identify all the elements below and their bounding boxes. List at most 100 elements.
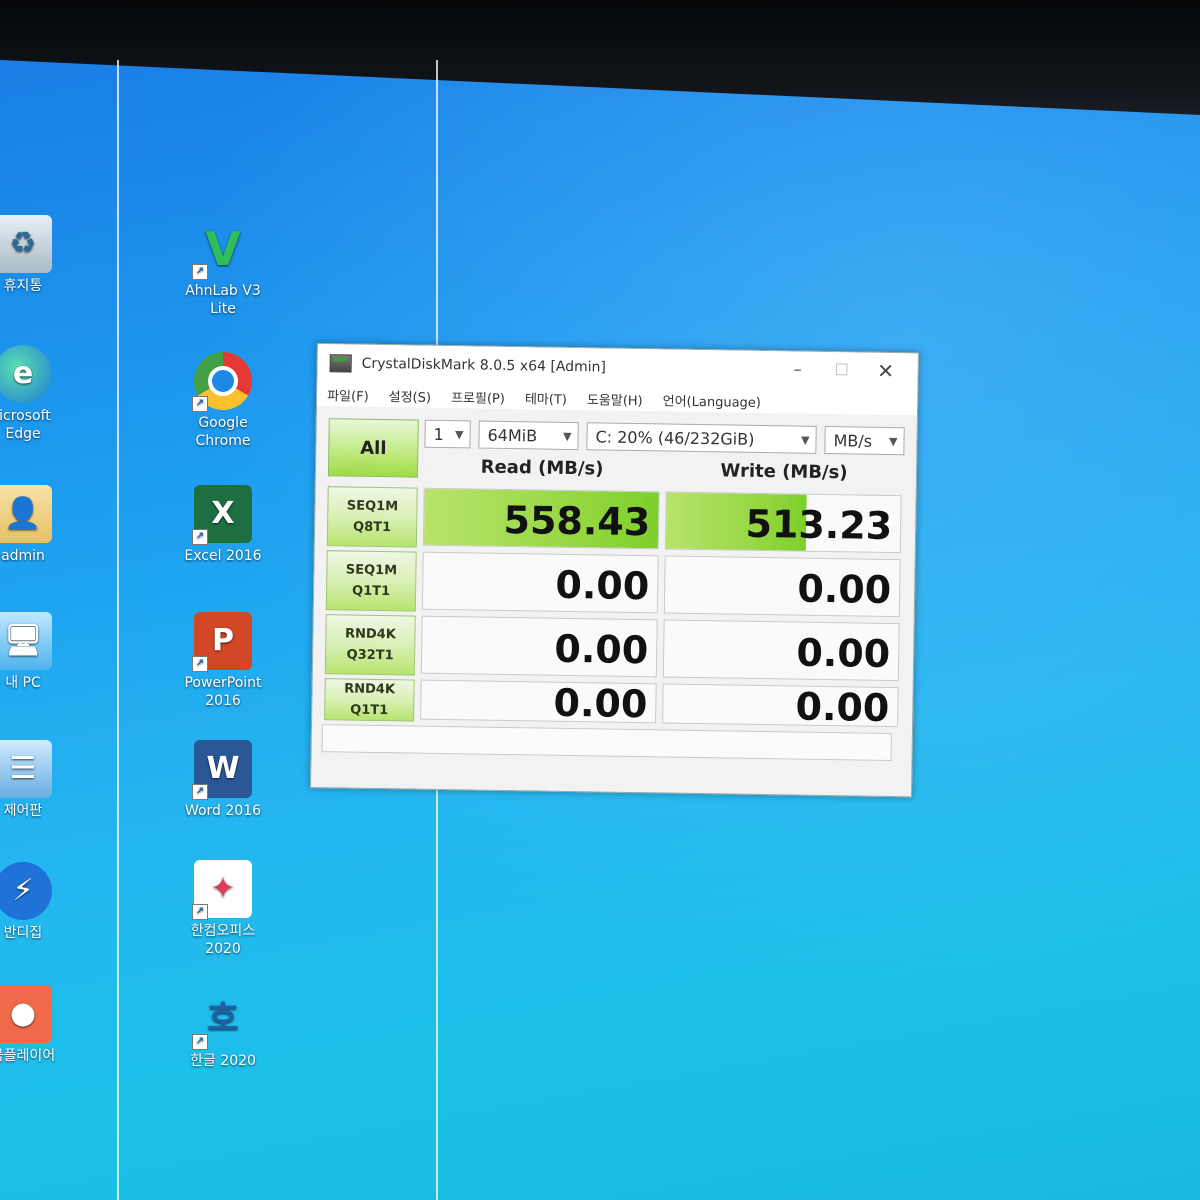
desktop-icon-recycle-bin[interactable]: ♻ 휴지통 [0, 215, 68, 295]
desktop-icon-label: 휴지통 [3, 278, 43, 294]
desktop-icon-label: 곰플레이어 [0, 1048, 56, 1064]
write-value: 0.00 [795, 684, 890, 728]
desktop-icon-this-pc[interactable]: 🖥 내 PC [0, 612, 68, 692]
desktop-icon-edge[interactable]: e licrosoft Edge [0, 345, 68, 443]
desktop-icon-label: licrosoft Edge [0, 408, 51, 442]
hancom-office-icon: ✦ ↗ [192, 860, 252, 920]
test-button-rnd4k-q32t1[interactable]: RND4K Q32T1 [324, 614, 416, 676]
test-label-line2: Q1T1 [350, 702, 389, 719]
desktop-icon-admin[interactable]: 👤 admin [0, 485, 68, 565]
shortcut-arrow-icon: ↗ [192, 656, 208, 672]
menu-profile[interactable]: 프로필(P) [451, 387, 505, 407]
test-label-line2: Q1T1 [351, 583, 391, 600]
desktop-icon-chrome[interactable]: ↗ Google Chrome [178, 352, 268, 450]
desktop-icon-label: 반디집 [3, 925, 43, 941]
test-button-seq1m-q1t1[interactable]: SEQ1M Q1T1 [325, 550, 417, 612]
minimize-button[interactable]: – [775, 355, 819, 384]
shortcut-arrow-icon: ↗ [192, 264, 208, 280]
desktop-icon-powerpoint[interactable]: P ↗ PowerPoint 2016 [178, 612, 268, 710]
powerpoint-icon: P ↗ [192, 612, 252, 672]
window-body: All 1 ▼ 64MiB ▼ C: 20% (46/232GiB) ▼ MB/s ▼ … [311, 406, 917, 796]
shortcut-arrow-icon: ↗ [192, 784, 208, 800]
test-label-line2: Q32T1 [346, 647, 394, 664]
desktop-icon-label: Google Chrome [195, 415, 251, 449]
desktop-icon-label: 한컴오피스 2020 [190, 923, 256, 957]
all-button[interactable]: All [327, 418, 419, 478]
gomplayer-icon: ● [0, 985, 52, 1043]
app-icon [329, 354, 352, 373]
read-bar [421, 680, 422, 719]
write-value: 0.00 [797, 566, 892, 613]
size-select[interactable]: 64MiB ▼ [478, 420, 579, 451]
maximize-button[interactable]: ☐ [819, 356, 863, 385]
desktop-icon-excel[interactable]: X ↗ Excel 2016 [178, 485, 268, 565]
test-label-line1: RND4K [344, 681, 396, 698]
desktop-icon-label: 한글 2020 [190, 1053, 256, 1069]
shortcut-arrow-icon: ↗ [192, 396, 208, 412]
menu-settings[interactable]: 설정(S) [389, 386, 432, 406]
write-bar [664, 556, 666, 613]
menu-theme[interactable]: 테마(T) [525, 388, 567, 408]
read-bar [421, 616, 423, 673]
write-result: 513.23 [664, 491, 902, 554]
test-button-rnd4k-q1t1[interactable]: RND4K Q1T1 [324, 678, 415, 722]
crystaldiskmark-window: CrystalDiskMark 8.0.5 x64 [Admin] – ☐ ✕ … [310, 343, 919, 798]
write-value: 0.00 [796, 630, 891, 677]
edge-icon: e [0, 345, 52, 403]
desktop-icon-label: admin [1, 548, 45, 564]
menu-file[interactable]: 파일(F) [327, 385, 369, 405]
desktop-icon-control-panel[interactable]: ☰ 제어판 [0, 740, 68, 820]
desktop-icon-hancom-office[interactable]: ✦ ↗ 한컴오피스 2020 [178, 860, 268, 958]
desktop-icon-ahnlab[interactable]: V ↗ AhnLab V3 Lite [178, 220, 268, 318]
read-bar [422, 552, 424, 609]
shortcut-arrow-icon: ↗ [192, 1034, 208, 1050]
v3-icon: V ↗ [192, 220, 252, 280]
write-result: 0.00 [662, 619, 900, 682]
write-result: 0.00 [662, 683, 899, 728]
desktop-icon-label: PowerPoint 2016 [184, 675, 262, 709]
drive-value: C: 20% (46/232GiB) [595, 427, 755, 449]
size-value: 64MiB [487, 425, 538, 446]
read-result: 0.00 [420, 679, 657, 724]
bandizip-icon: ⚡ [0, 862, 52, 920]
menu-language[interactable]: 언어(Language) [663, 390, 762, 411]
desktop-icon-label: Word 2016 [184, 803, 262, 819]
window-title: CrystalDiskMark 8.0.5 x64 [Admin] [361, 355, 607, 376]
word-icon: W ↗ [192, 740, 252, 800]
read-value: 0.00 [555, 562, 650, 609]
write-header: Write (MB/s) [720, 460, 848, 484]
control-panel-icon: ☰ [0, 740, 52, 798]
drive-select[interactable]: C: 20% (46/232GiB) ▼ [586, 422, 817, 454]
test-button-seq1m-q8t1[interactable]: SEQ1M Q8T1 [326, 486, 418, 548]
test-label-line2: Q8T1 [352, 519, 392, 536]
chevron-down-icon: ▼ [455, 428, 464, 442]
desktop-icon-label: 제어판 [3, 803, 43, 819]
read-value: 558.43 [503, 497, 651, 545]
computer-icon: 🖥 [0, 612, 52, 670]
read-header: Read (MB/s) [480, 456, 604, 480]
write-bar [663, 684, 664, 723]
status-bar [321, 724, 892, 762]
count-select[interactable]: 1 ▼ [424, 419, 471, 449]
shortcut-arrow-icon: ↗ [192, 904, 208, 920]
menu-help[interactable]: 도움말(H) [587, 389, 643, 409]
count-value: 1 [433, 424, 444, 445]
desktop-icon-hangul[interactable]: 호 ↗ 한글 2020 [178, 990, 268, 1070]
chevron-down-icon: ▼ [888, 434, 898, 449]
desktop-icon-word[interactable]: W ↗ Word 2016 [178, 740, 268, 820]
chevron-down-icon: ▼ [562, 429, 572, 444]
desktop-icon-label: Excel 2016 [184, 548, 262, 564]
chrome-icon: ↗ [192, 352, 252, 412]
desktop-icon-gomplayer[interactable]: ● 곰플레이어 [0, 985, 68, 1065]
desktop-icon-bandizip[interactable]: ⚡ 반디집 [0, 862, 68, 942]
desktop-icon-label: 내 PC [5, 675, 41, 691]
excel-icon: X ↗ [192, 485, 252, 545]
close-button[interactable]: ✕ [863, 357, 907, 386]
test-label-line1: SEQ1M [346, 498, 399, 515]
test-label-line1: RND4K [344, 626, 396, 643]
read-value: 0.00 [554, 626, 649, 673]
read-value: 0.00 [553, 680, 648, 724]
test-label-line1: SEQ1M [345, 562, 398, 579]
unit-select[interactable]: MB/s ▼ [824, 425, 905, 456]
write-value: 513.23 [745, 501, 893, 549]
